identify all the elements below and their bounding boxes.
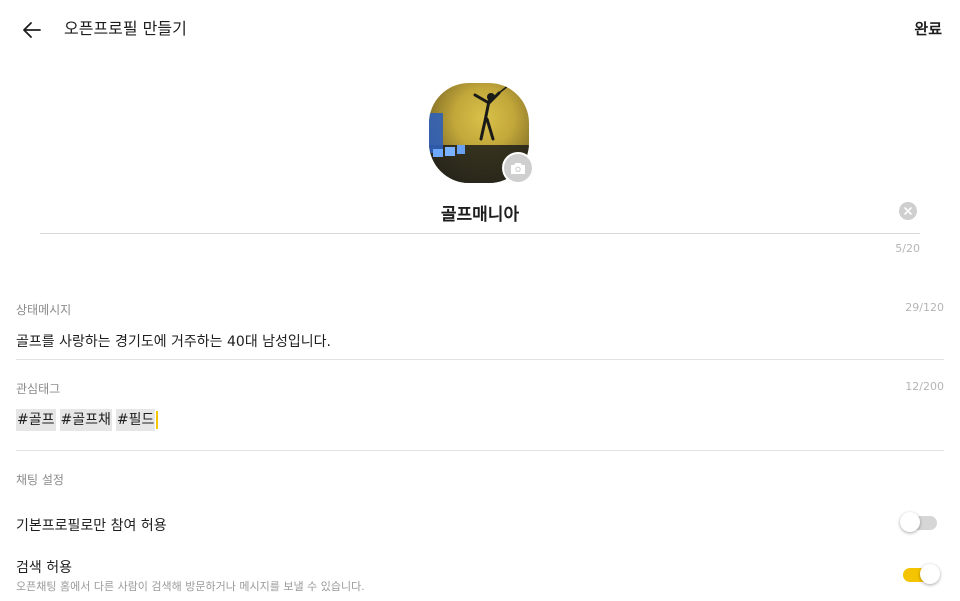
toggle-knob — [920, 564, 940, 584]
text-cursor — [156, 411, 159, 429]
clear-icon — [904, 207, 912, 215]
basic-profile-only-toggle[interactable] — [900, 512, 937, 532]
divider — [16, 450, 944, 451]
search-allow-toggle[interactable] — [903, 564, 940, 584]
tag-chip[interactable]: #필드 — [115, 409, 156, 431]
divider — [16, 359, 944, 360]
chat-settings-label: 채팅 설정 — [16, 473, 64, 487]
search-allow-label: 검색 허용 — [16, 560, 72, 576]
clear-name-button[interactable] — [899, 202, 917, 220]
profile-name-input[interactable] — [40, 196, 920, 228]
page-title: 오픈프로필 만들기 — [64, 19, 187, 38]
toggle-knob — [900, 512, 920, 532]
profile-image-area — [429, 83, 535, 185]
basic-profile-only-label: 기본프로필로만 참여 허용 — [16, 518, 167, 534]
profile-name-field — [40, 196, 920, 234]
status-message-input[interactable]: 골프를 사랑하는 경기도에 거주하는 40대 남성입니다. — [16, 331, 944, 351]
change-photo-button[interactable] — [502, 152, 534, 184]
status-message-count: 29/120 — [905, 301, 944, 314]
status-message-label: 상태메시지 — [16, 303, 72, 317]
interest-tags-input[interactable]: #골프 #골프채 #필드 — [16, 409, 159, 431]
done-button[interactable]: 완료 — [914, 18, 942, 40]
search-allow-description: 오픈채팅 홈에서 다른 사람이 검색해 방문하거나 메시지를 보낼 수 있습니다… — [16, 580, 365, 593]
camera-icon — [511, 163, 525, 174]
header: 오픈프로필 만들기 완료 — [0, 0, 960, 60]
arrow-left-icon — [23, 22, 41, 38]
back-button[interactable] — [16, 14, 48, 46]
tag-chip[interactable]: #골프채 — [59, 409, 112, 431]
tag-chip[interactable]: #골프 — [16, 409, 56, 431]
name-char-count: 5/20 — [895, 242, 920, 255]
interest-tags-count: 12/200 — [905, 380, 944, 393]
interest-tags-label: 관심태그 — [16, 382, 61, 396]
